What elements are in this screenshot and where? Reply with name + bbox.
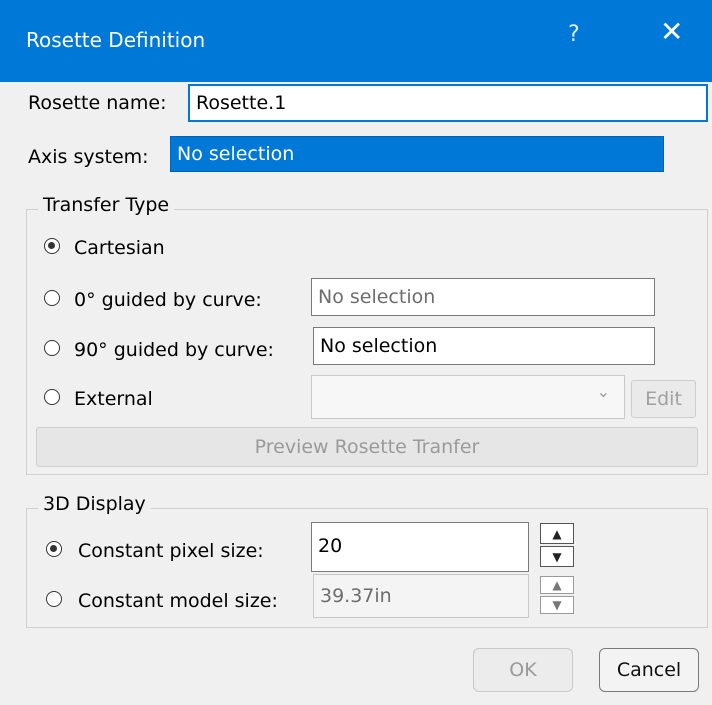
help-icon[interactable]: ? — [568, 22, 580, 47]
spin-up-icon[interactable]: ▲ — [540, 576, 574, 594]
ok-button-label: OK — [509, 659, 537, 681]
rosette-name-value: Rosette.1 — [196, 92, 287, 114]
pixel-size-label: Constant pixel size: — [78, 540, 264, 562]
transfer-type-title: Transfer Type — [38, 194, 175, 216]
model-size-label: Constant model size: — [78, 590, 278, 612]
spin-down-icon[interactable]: ▼ — [540, 546, 574, 567]
guided-0-radio[interactable] — [44, 290, 60, 306]
guided-0-field[interactable]: No selection — [311, 278, 655, 316]
guided-0-label: 0° guided by curve: — [74, 289, 262, 311]
model-size-input[interactable]: 39.37in — [313, 574, 529, 618]
window-title: Rosette Definition — [26, 28, 206, 52]
external-radio[interactable] — [44, 389, 60, 405]
guided-90-value: No selection — [320, 335, 438, 357]
title-bar: Rosette Definition ? ✕ — [0, 0, 712, 82]
edit-button[interactable]: Edit — [631, 380, 696, 418]
model-size-value: 39.37in — [320, 585, 392, 607]
rosette-name-label: Rosette name: — [28, 92, 167, 114]
external-combo[interactable]: ⌄ — [311, 375, 625, 419]
preview-button-label: Preview Rosette Tranfer — [254, 436, 480, 458]
cartesian-radio[interactable] — [44, 238, 60, 254]
spin-down-icon[interactable]: ▼ — [540, 596, 574, 614]
preview-rosette-transfer-button[interactable]: Preview Rosette Tranfer — [36, 427, 698, 467]
guided-90-radio[interactable] — [44, 340, 60, 356]
axis-system-value: No selection — [177, 143, 295, 165]
axis-system-label: Axis system: — [28, 146, 149, 168]
model-size-radio[interactable] — [46, 591, 62, 607]
close-icon[interactable]: ✕ — [660, 18, 683, 46]
chevron-down-icon[interactable]: ⌄ — [597, 382, 610, 401]
guided-0-value: No selection — [318, 286, 436, 308]
ok-button[interactable]: OK — [473, 648, 573, 692]
pixel-size-input[interactable]: 20 — [311, 522, 529, 572]
cancel-button[interactable]: Cancel — [599, 648, 699, 692]
pixel-size-radio[interactable] — [46, 541, 62, 557]
pixel-size-spinner[interactable]: ▲ ▼ — [540, 522, 574, 568]
spin-up-icon[interactable]: ▲ — [540, 523, 574, 544]
edit-button-label: Edit — [645, 388, 682, 410]
external-label: External — [74, 388, 153, 410]
rosette-name-input[interactable]: Rosette.1 — [188, 84, 708, 122]
cancel-button-label: Cancel — [616, 659, 682, 681]
display-3d-title: 3D Display — [38, 493, 151, 515]
guided-90-field[interactable]: No selection — [313, 327, 655, 365]
guided-90-label: 90° guided by curve: — [74, 339, 274, 361]
pixel-size-value: 20 — [318, 535, 343, 557]
axis-system-field[interactable]: No selection — [170, 136, 664, 172]
model-size-spinner[interactable]: ▲ ▼ — [540, 575, 574, 615]
cartesian-label: Cartesian — [74, 237, 165, 259]
